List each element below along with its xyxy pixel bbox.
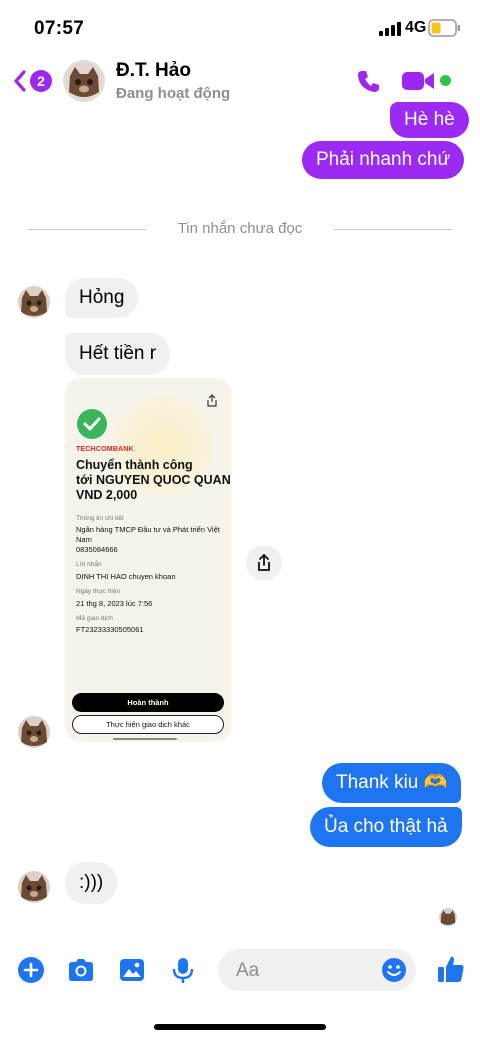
share-button[interactable]	[246, 545, 282, 581]
account-number: 0835084666	[76, 545, 118, 554]
message-input-placeholder: Aa	[236, 960, 260, 981]
home-indicator	[154, 1024, 326, 1030]
contact-avatar[interactable]	[63, 60, 105, 102]
incoming-message[interactable]: Hết tiền r	[65, 333, 171, 375]
receipt-done-button: Hoàn thành	[72, 693, 224, 712]
back-button[interactable]: 2	[12, 66, 52, 96]
contact-status: Đang hoạt động	[116, 85, 231, 102]
online-indicator	[440, 75, 451, 86]
gallery-icon[interactable]	[118, 956, 146, 984]
network-label: 4G	[405, 19, 427, 36]
note-value: DINH THI HAO chuyen khoan	[76, 572, 176, 581]
microphone-icon[interactable]	[169, 956, 197, 984]
plus-circle-icon[interactable]	[17, 956, 45, 984]
success-check-icon	[77, 409, 107, 439]
sender-avatar[interactable]	[18, 286, 50, 318]
bank-logo: TECHCOMBANK	[76, 446, 134, 453]
status-time: 07:57	[34, 18, 85, 39]
unread-badge: 2	[30, 70, 52, 92]
composer-bar: Aa	[0, 944, 480, 996]
status-bar: 07:57 4G	[0, 0, 480, 54]
sender-avatar[interactable]	[18, 716, 50, 748]
share-icon	[258, 554, 270, 571]
sender-avatar[interactable]	[18, 871, 50, 903]
thumbs-up-icon[interactable]	[436, 954, 466, 984]
receipt-other-button: Thực hiện giao dịch khác	[72, 715, 224, 734]
unread-divider-label: Tin nhắn chưa đọc	[177, 220, 303, 237]
contact-name[interactable]: Đ.T. Hảo	[116, 60, 191, 82]
camera-icon[interactable]	[67, 956, 95, 984]
txn-label: Mã giao dịch	[76, 615, 113, 622]
txn-value: FT23233330505061	[76, 625, 144, 634]
incoming-message[interactable]: :)))	[65, 862, 118, 904]
chevron-left-icon	[14, 70, 26, 92]
unread-divider: Tin nhắn chưa đọc	[28, 219, 452, 239]
video-icon[interactable]	[402, 70, 436, 92]
outgoing-message[interactable]: Hè hè	[390, 102, 469, 138]
share-icon	[207, 394, 217, 407]
date-value: 21 thg 8, 2023 lúc 7:56	[76, 599, 153, 608]
phone-icon[interactable]	[356, 68, 382, 94]
note-label: Lời nhắn	[76, 561, 102, 568]
date-label: Ngày thực hiện	[76, 588, 121, 595]
seen-avatar	[439, 908, 457, 926]
incoming-message[interactable]: Hỏng	[65, 278, 139, 318]
detail-label: Thông tin chi tiết	[76, 515, 124, 522]
emoji-icon[interactable]	[381, 957, 407, 983]
outgoing-message[interactable]: Ủa cho thật hả	[310, 807, 462, 847]
message-input[interactable]: Aa	[218, 949, 416, 991]
battery-icon	[428, 19, 460, 37]
bank-name-cont: Nam	[76, 535, 92, 544]
signal-icon	[379, 22, 401, 36]
outgoing-message[interactable]: Phải nhanh chứ	[302, 141, 465, 179]
receipt-title: Chuyển thành công tới NGUYEN QUOC QUAN V…	[76, 458, 231, 502]
receipt-image[interactable]: TECHCOMBANK Chuyển thành công tới NGUYEN…	[65, 378, 231, 742]
outgoing-message[interactable]: Thank kiu 🫶	[322, 763, 462, 803]
bank-name: Ngân hàng TMCP Đầu tư và Phát triển Việt	[76, 525, 220, 534]
